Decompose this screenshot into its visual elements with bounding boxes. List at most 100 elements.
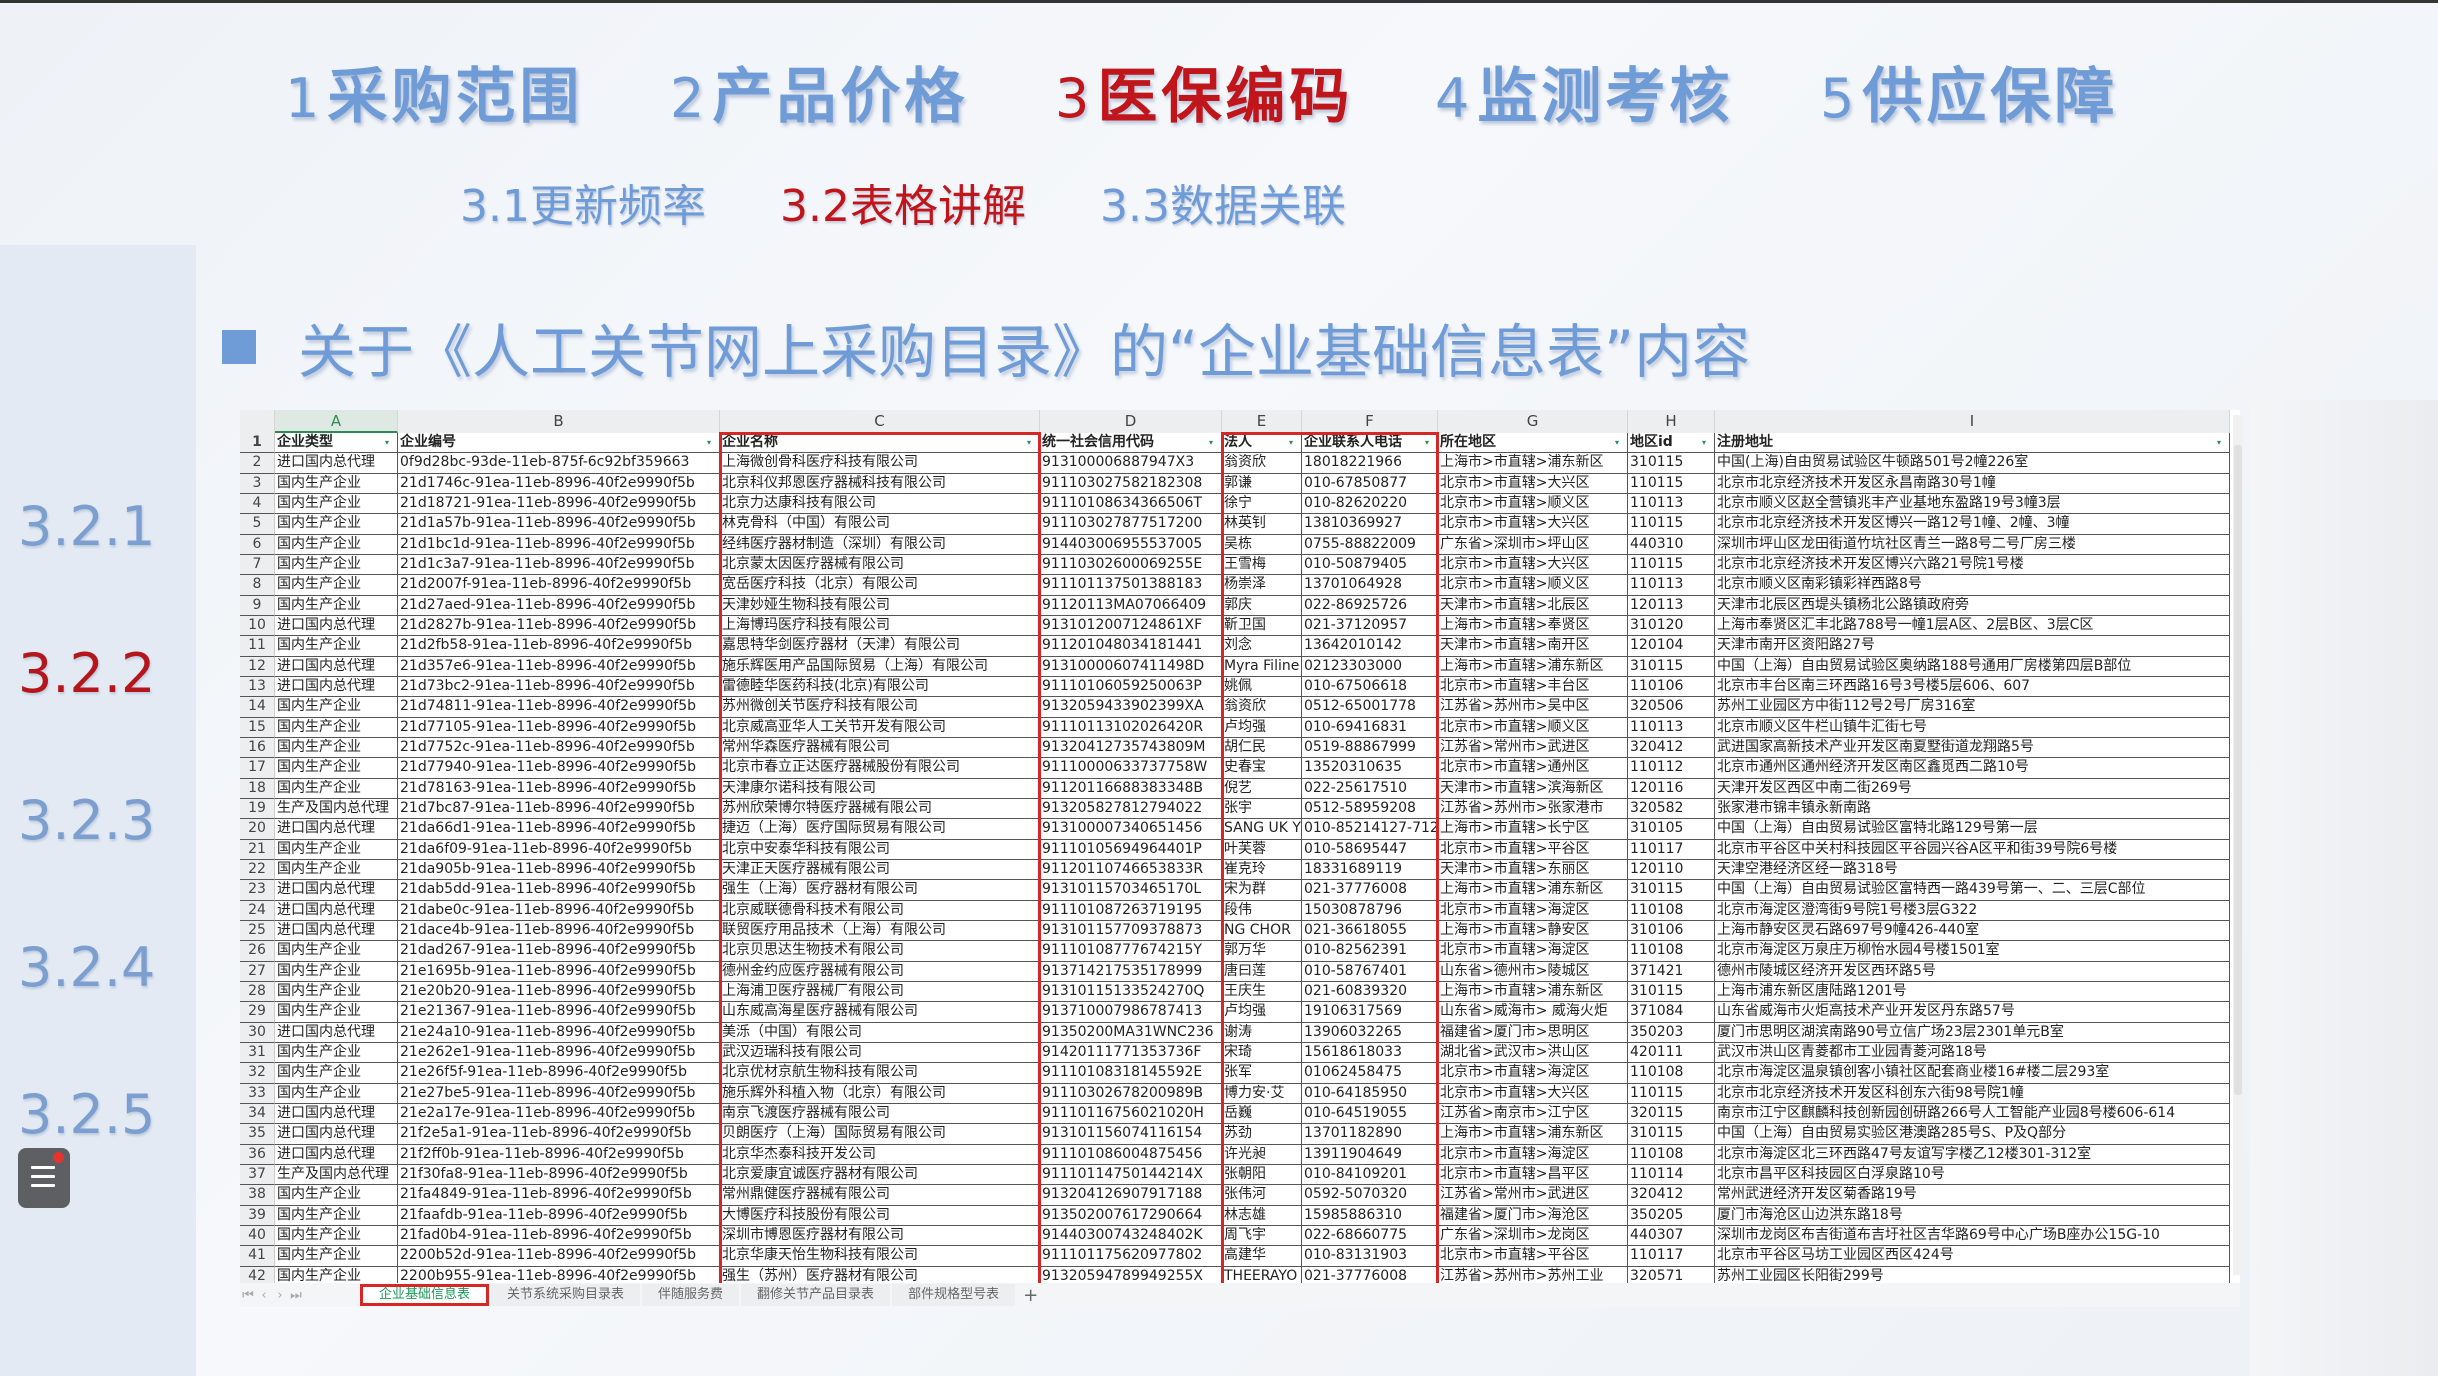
subnav-item-3[interactable]: 3.3数据关联 — [1100, 170, 1346, 234]
cell-B[interactable]: 21dab5dd-91ea-11eb-8996-40f2e9990f5b — [398, 880, 720, 901]
row-number[interactable]: 10 — [240, 615, 275, 637]
cell-I[interactable]: 北京市海淀区北三环西路47号友谊写字楼乙12楼301-312室 — [1715, 1144, 2230, 1165]
cell-D[interactable]: 913502007617290664 — [1040, 1205, 1222, 1226]
cell-I[interactable]: 北京市海淀区澄湾街9号院1号楼3层G322 — [1715, 900, 2230, 921]
cell-A[interactable]: 进口国内总代理 — [275, 676, 398, 698]
column-title-C[interactable]: 企业名称 ▾ — [720, 433, 1040, 454]
cell-B[interactable]: 21dad267-91ea-11eb-8996-40f2e9990f5b — [398, 941, 720, 962]
cell-A[interactable]: 国内生产企业 — [275, 1185, 398, 1206]
cell-D[interactable]: 91110108777674215Y — [1040, 941, 1222, 962]
cell-D[interactable]: 91120113MA07066409 — [1040, 595, 1222, 616]
row-number[interactable]: 27 — [240, 961, 275, 982]
cell-E[interactable]: 张朝阳 — [1222, 1164, 1302, 1186]
row-number[interactable]: 8 — [240, 575, 275, 596]
row-number[interactable]: 26 — [240, 941, 275, 962]
cell-C[interactable]: 德州金约应医疗器械有限公司 — [720, 961, 1040, 982]
cell-I[interactable]: 苏州工业园区方中街112号2号厂房316室 — [1715, 697, 2230, 718]
cell-E[interactable]: 姚佩 — [1222, 676, 1302, 698]
cell-C[interactable]: 施乐辉外科植入物（北京）有限公司 — [720, 1083, 1040, 1104]
cell-B[interactable]: 21d7752c-91ea-11eb-8996-40f2e9990f5b — [398, 737, 720, 759]
cell-A[interactable]: 进口国内总代理 — [275, 900, 398, 921]
cell-A[interactable]: 生产及国内总代理 — [275, 798, 398, 820]
cell-F[interactable]: 010-64519055 — [1302, 1103, 1438, 1125]
cell-H[interactable]: 350203 — [1628, 1022, 1715, 1043]
column-header-H[interactable]: H — [1628, 410, 1715, 433]
cell-I[interactable]: 上海市奉贤区汇丰北路788号一幢1层A区、2层B区、3层C区 — [1715, 615, 2230, 637]
row-number[interactable]: 38 — [240, 1185, 275, 1206]
cell-D[interactable]: 91110302600069255E — [1040, 554, 1222, 576]
cell-G[interactable]: 北京市>市直辖>海淀区 — [1438, 900, 1628, 921]
row-number[interactable]: 25 — [240, 920, 275, 942]
cell-C[interactable]: 林克骨科（中国）有限公司 — [720, 514, 1040, 535]
row-number[interactable]: 42 — [240, 1266, 275, 1283]
cell-H[interactable]: 110115 — [1628, 473, 1715, 494]
cell-G[interactable]: 上海市>市直辖>浦东新区 — [1438, 656, 1628, 677]
cell-A[interactable]: 国内生产企业 — [275, 717, 398, 738]
cell-C[interactable]: 北京力达康科技有限公司 — [720, 493, 1040, 515]
column-header-C[interactable]: C — [720, 410, 1040, 433]
cell-G[interactable]: 湖北省>武汉市>洪山区 — [1438, 1042, 1628, 1064]
filter-dropdown-icon[interactable]: ▾ — [1615, 438, 1624, 447]
cell-I[interactable]: 深圳市坪山区龙田街道竹坑社区青兰一路8号二号厂房三楼 — [1715, 534, 2230, 555]
cell-E[interactable]: 许光昶 — [1222, 1144, 1302, 1165]
cell-H[interactable]: 371421 — [1628, 961, 1715, 982]
cell-A[interactable]: 进口国内总代理 — [275, 1124, 398, 1145]
cell-C[interactable]: 山东威高海星医疗器械有限公司 — [720, 1002, 1040, 1023]
cell-B[interactable]: 21d357e6-91ea-11eb-8996-40f2e9990f5b — [398, 656, 720, 677]
cell-E[interactable]: 博力安·艾 — [1222, 1083, 1302, 1104]
row-number[interactable]: 2 — [240, 453, 275, 474]
cell-B[interactable]: 21d2fb58-91ea-11eb-8996-40f2e9990f5b — [398, 636, 720, 657]
cell-G[interactable]: 北京市>市直辖>平谷区 — [1438, 839, 1628, 860]
cell-I[interactable]: 天津开发区西区中南二街269号 — [1715, 778, 2230, 799]
cell-H[interactable]: 350205 — [1628, 1205, 1715, 1226]
cell-H[interactable]: 310120 — [1628, 615, 1715, 637]
cell-B[interactable]: 21d78163-91ea-11eb-8996-40f2e9990f5b — [398, 778, 720, 799]
row-number[interactable]: 34 — [240, 1103, 275, 1125]
cell-H[interactable]: 320412 — [1628, 737, 1715, 759]
cell-G[interactable]: 北京市>市直辖>平谷区 — [1438, 1246, 1628, 1267]
row-number[interactable]: 1 — [240, 433, 275, 454]
row-number[interactable]: 13 — [240, 676, 275, 698]
cell-G[interactable]: 上海市>市直辖>长宁区 — [1438, 819, 1628, 840]
cell-A[interactable]: 国内生产企业 — [275, 839, 398, 860]
column-title-A[interactable]: 企业类型 ▾ — [275, 433, 398, 454]
cell-G[interactable]: 北京市>市直辖>昌平区 — [1438, 1164, 1628, 1186]
cell-A[interactable]: 进口国内总代理 — [275, 819, 398, 840]
scrollbar-thumb[interactable] — [2234, 445, 2242, 1095]
row-number[interactable]: 4 — [240, 493, 275, 515]
cell-B[interactable]: 21e262e1-91ea-11eb-8996-40f2e9990f5b — [398, 1042, 720, 1064]
cell-C[interactable]: 大博医疗科技股份有限公司 — [720, 1205, 1040, 1226]
cell-F[interactable]: 010-82620220 — [1302, 493, 1438, 515]
column-title-B[interactable]: 企业编号 ▾ — [398, 433, 720, 454]
cell-B[interactable]: 21da905b-91ea-11eb-8996-40f2e9990f5b — [398, 859, 720, 881]
cell-H[interactable]: 310115 — [1628, 880, 1715, 901]
cell-C[interactable]: 苏州欣荣博尔特医疗器械有限公司 — [720, 798, 1040, 820]
cell-A[interactable]: 国内生产企业 — [275, 941, 398, 962]
row-number[interactable]: 29 — [240, 1002, 275, 1023]
cell-C[interactable]: 北京威高亚华人工关节开发有限公司 — [720, 717, 1040, 738]
cell-G[interactable]: 江苏省>南京市>江宁区 — [1438, 1103, 1628, 1125]
cell-C[interactable]: 常州鼎健医疗器械有限公司 — [720, 1185, 1040, 1206]
cell-G[interactable]: 上海市>市直辖>静安区 — [1438, 920, 1628, 942]
cell-C[interactable]: 联贸医疗用品技术（上海）有限公司 — [720, 920, 1040, 942]
cell-I[interactable]: 天津空港经济区经一路318号 — [1715, 859, 2230, 881]
sheet-tab-4[interactable]: 翻修关节产品目录表 — [741, 1284, 891, 1306]
cell-G[interactable]: 山东省>威海市> 威海火炬 — [1438, 1002, 1628, 1023]
cell-C[interactable]: 北京蒙太因医疗器械有限公司 — [720, 554, 1040, 576]
row-number[interactable]: 5 — [240, 514, 275, 535]
row-number[interactable]: 33 — [240, 1083, 275, 1104]
cell-H[interactable]: 120113 — [1628, 595, 1715, 616]
row-number[interactable]: 36 — [240, 1144, 275, 1165]
nav-item-2[interactable]: 2产品价格 — [670, 48, 968, 135]
cell-F[interactable]: 13520310635 — [1302, 758, 1438, 779]
cell-E[interactable]: 胡仁民 — [1222, 737, 1302, 759]
sidebar-item-3-2-2[interactable]: 3.2.2 — [18, 642, 155, 705]
sidebar-item-3-2-5[interactable]: 3.2.5 — [18, 1083, 155, 1146]
row-number[interactable]: 28 — [240, 981, 275, 1003]
cell-C[interactable]: 上海微创骨科医疗科技有限公司 — [720, 453, 1040, 474]
cell-G[interactable]: 江苏省>苏州市>苏州工业 — [1438, 1266, 1628, 1283]
cell-E[interactable]: 岳巍 — [1222, 1103, 1302, 1125]
cell-A[interactable]: 生产及国内总代理 — [275, 1164, 398, 1186]
cell-I[interactable]: 北京市海淀区温泉镇创客小镇社区配套商业楼16#楼二层293室 — [1715, 1063, 2230, 1084]
cell-F[interactable]: 010-50879405 — [1302, 554, 1438, 576]
